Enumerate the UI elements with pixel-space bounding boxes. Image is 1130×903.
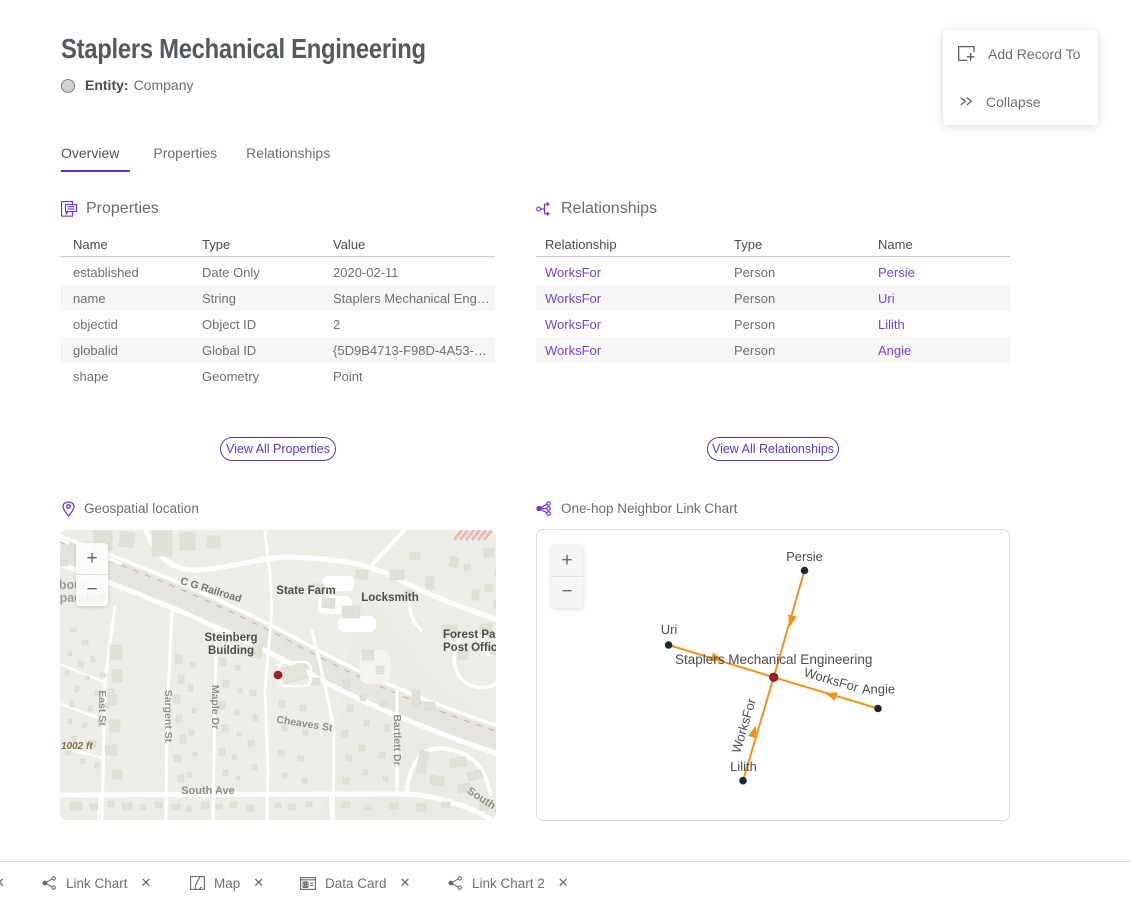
svg-text:Locksmith: Locksmith xyxy=(361,592,419,604)
svg-text:Lilith: Lilith xyxy=(730,759,757,774)
svg-text:Angie: Angie xyxy=(862,682,895,697)
svg-text:Sargent St: Sargent St xyxy=(162,690,174,743)
svg-text:South Ave: South Ave xyxy=(181,785,235,797)
svg-text:Forest Par: Forest Par xyxy=(443,629,496,641)
svg-text:Building: Building xyxy=(208,645,254,657)
svg-text:Staplers Mechanical Engineerin: Staplers Mechanical Engineering xyxy=(675,652,872,667)
svg-text:1002 ft: 1002 ft xyxy=(61,741,93,752)
svg-text:WorksFor: WorksFor xyxy=(729,696,760,755)
svg-text:WorksFor: WorksFor xyxy=(802,665,861,696)
svg-text:East St: East St xyxy=(96,690,108,726)
svg-text:Maple Dr: Maple Dr xyxy=(209,685,221,729)
svg-text:Bartlett Dr: Bartlett Dr xyxy=(391,714,403,765)
svg-text:Post Office: Post Office xyxy=(443,642,496,654)
svg-text:Uri: Uri xyxy=(661,622,678,637)
svg-text:Persie: Persie xyxy=(786,549,823,564)
svg-text:Steinberg: Steinberg xyxy=(204,632,257,644)
svg-text:State Farm: State Farm xyxy=(276,585,335,597)
